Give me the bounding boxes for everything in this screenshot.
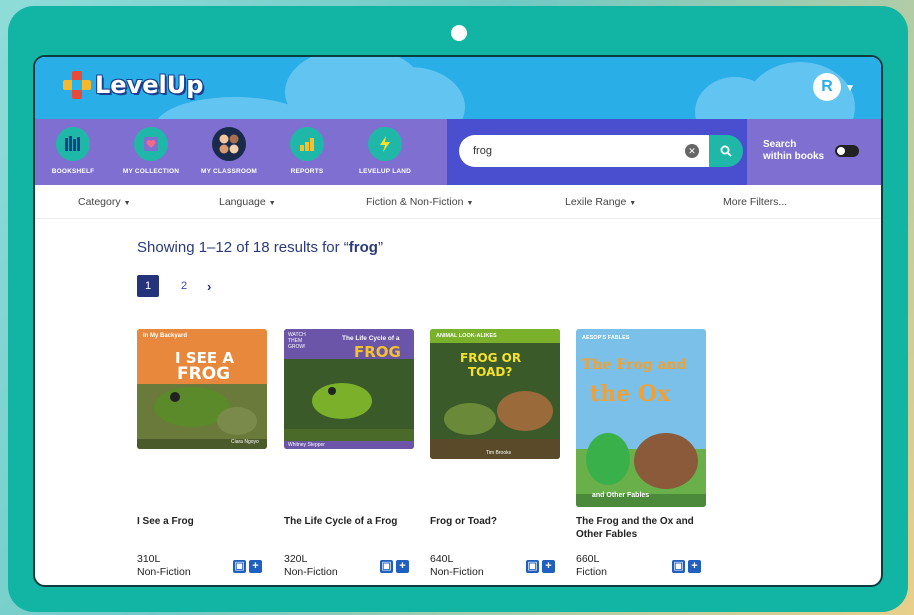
search-box: ✕	[459, 135, 709, 167]
bookshelf-icon	[56, 127, 90, 161]
nav-label: LEVELUP LAND	[358, 168, 412, 175]
nav-item-levelup-land[interactable]: LEVELUP LAND	[345, 127, 425, 175]
cover-subtitle: and Other Fables	[592, 492, 650, 499]
chevron-down-icon: ▼	[268, 200, 276, 207]
search-within-books-label: Search within books	[763, 139, 825, 162]
cover-title: FROG OR	[460, 351, 522, 365]
filter-bar: Category ▼ Language ▼ Fiction & Non-Fictio…	[35, 185, 881, 219]
chevron-down-icon: ▼	[466, 200, 474, 207]
next-page-icon[interactable]: ›	[207, 279, 211, 294]
cover-author: Whitney Stepper	[288, 442, 325, 448]
add-icon[interactable]: +	[396, 560, 409, 573]
book-actions: ▣ +	[380, 560, 409, 573]
book-lexile: 640L	[430, 553, 454, 565]
pagination: 1 2 ›	[137, 275, 211, 297]
levelup-logo[interactable]: LevelUp	[63, 71, 203, 99]
more-filters-link[interactable]: More Filters...	[723, 196, 787, 208]
filter-language[interactable]: Language ▼	[219, 196, 276, 208]
search-input[interactable]	[473, 143, 673, 159]
results-heading: Showing 1–12 of 18 results for “frog”	[137, 239, 383, 256]
cover-title: FROG	[177, 364, 231, 384]
book-lexile: 660L	[576, 553, 600, 565]
cover-title: the Ox	[590, 381, 671, 407]
book-title[interactable]: Frog or Toad?	[430, 515, 560, 528]
book-actions: ▣ +	[672, 560, 701, 573]
nav-item-bookshelf[interactable]: BOOKSHELF	[35, 127, 113, 175]
nav-label: MY CLASSROOM	[200, 168, 258, 175]
cover-title: The Life Cycle of a	[342, 335, 400, 342]
collection-icon	[134, 127, 168, 161]
book-title[interactable]: The Frog and the Ox and Other Fables	[576, 515, 706, 541]
cover-series: In My Backyard	[143, 333, 188, 339]
user-avatar[interactable]: R	[813, 73, 841, 101]
book-cover[interactable]	[137, 329, 267, 449]
assign-icon[interactable]: ▣	[672, 560, 685, 573]
logo-text: LevelUp	[95, 71, 204, 99]
filter-fiction-nonfiction[interactable]: Fiction & Non-Fiction ▼	[366, 196, 473, 208]
cover-series: ANIMAL LOOK-ALIKES	[436, 333, 497, 339]
cover-title: TOAD?	[468, 365, 513, 379]
nav-label: REPORTS	[290, 168, 324, 175]
classroom-icon	[212, 127, 246, 161]
search-panel: ✕	[447, 119, 747, 185]
nav-item-my-classroom[interactable]: MY CLASSROOM	[189, 127, 269, 175]
book-lexile: 310L	[137, 553, 161, 565]
book-title[interactable]: The Life Cycle of a Frog	[284, 515, 414, 528]
cover-author: Tim Brooks	[486, 450, 512, 456]
book-genre: Non-Fiction	[137, 566, 191, 578]
book-lexile: 320L	[284, 553, 308, 565]
book-title[interactable]: I See a Frog	[137, 515, 267, 528]
book-actions: ▣ +	[526, 560, 555, 573]
book-genre: Non-Fiction	[284, 566, 338, 578]
add-icon[interactable]: +	[249, 560, 262, 573]
book-cover[interactable]	[576, 329, 706, 507]
chevron-down-icon: ▼	[123, 200, 131, 207]
nav-item-reports[interactable]: REPORTS	[267, 127, 347, 175]
tablet-camera	[451, 25, 467, 41]
assign-icon[interactable]: ▣	[380, 560, 393, 573]
cover-author: Ciara Ngoyo	[231, 439, 259, 445]
add-icon[interactable]: +	[688, 560, 701, 573]
book-actions: ▣ +	[233, 560, 262, 573]
chevron-down-icon: ▼	[629, 200, 637, 207]
reports-icon	[290, 127, 324, 161]
cover-title: FROG	[354, 343, 401, 361]
main-nav: BOOKSHELF MY COLLECTION MY CLASSROOM REP…	[35, 119, 881, 185]
search-icon	[720, 145, 732, 157]
logo-plus-icon	[63, 71, 91, 99]
filter-category[interactable]: Category ▼	[78, 196, 131, 208]
search-button[interactable]	[709, 135, 743, 167]
assign-icon[interactable]: ▣	[526, 560, 539, 573]
book-genre: Fiction	[576, 566, 607, 578]
nav-item-my-collection[interactable]: MY COLLECTION	[111, 127, 191, 175]
chevron-down-icon[interactable]: ▼	[845, 83, 855, 94]
search-within-books-toggle[interactable]	[835, 145, 859, 157]
book-genre: Non-Fiction	[430, 566, 484, 578]
nav-label: MY COLLECTION	[122, 168, 180, 175]
app-header: LevelUp R ▼	[35, 57, 881, 119]
clear-search-icon[interactable]: ✕	[685, 144, 699, 158]
cover-series: AESOP'S FABLES	[582, 335, 630, 341]
book-cover[interactable]	[430, 329, 560, 459]
app-screen: LevelUp R ▼ BOOKSHELF MY COLLECTION MY C…	[33, 55, 883, 587]
nav-label: BOOKSHELF	[51, 168, 95, 175]
add-icon[interactable]: +	[542, 560, 555, 573]
filter-lexile-range[interactable]: Lexile Range ▼	[565, 196, 636, 208]
page-2-button[interactable]: 2	[173, 275, 195, 297]
levelup-land-icon	[368, 127, 402, 161]
assign-icon[interactable]: ▣	[233, 560, 246, 573]
cover-series: WATCH THEM GROW!	[288, 332, 306, 350]
page-1-button[interactable]: 1	[137, 275, 159, 297]
cover-title: The Frog and	[582, 357, 687, 373]
